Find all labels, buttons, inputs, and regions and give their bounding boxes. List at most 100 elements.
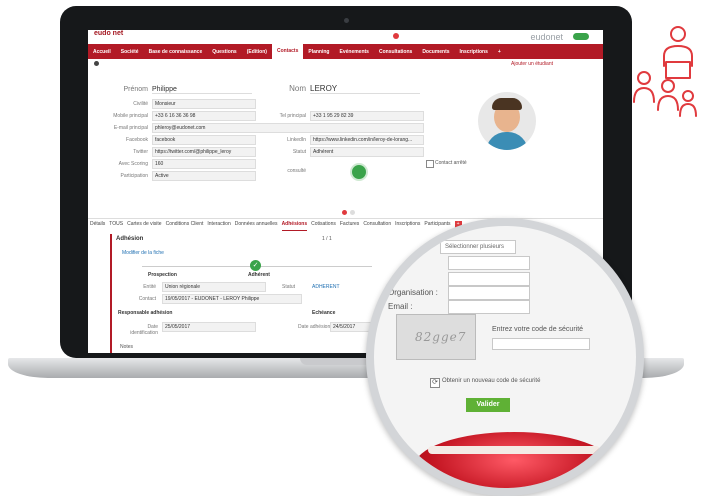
statut-field[interactable]: Adhérent — [310, 147, 424, 157]
subbar-link[interactable]: Ajouter un étudiant — [511, 61, 553, 67]
nav-add[interactable]: + — [493, 49, 506, 55]
facebook-field[interactable]: facebook — [152, 135, 256, 145]
contact-arrete-checkbox[interactable] — [426, 160, 434, 168]
nav-evenements[interactable]: Evénements — [335, 49, 374, 55]
email-magnifier-input[interactable] — [448, 300, 530, 314]
civilite-label: Civilité — [133, 101, 148, 107]
contact-adh-field[interactable]: 19/05/2017 - EUDONET - LEROY Philippe — [162, 294, 302, 304]
date-field[interactable]: 25/05/2017 — [162, 322, 256, 332]
mobile-label: Mobile principal — [113, 113, 148, 119]
avatar[interactable] — [478, 92, 536, 150]
email-magnifier-label: Email : — [388, 302, 413, 311]
entite-field[interactable]: Union régionale — [162, 282, 266, 292]
tab-tous[interactable]: TOUS — [109, 221, 123, 231]
tel-field[interactable]: +33 1 95 29 82 39 — [310, 111, 424, 121]
tab-cotisations[interactable]: Cotisations — [311, 221, 336, 231]
entite-label: Entité — [143, 284, 156, 290]
macaron-image — [414, 432, 614, 488]
linkedin-label: LinkedIn — [287, 137, 306, 143]
new-code-link[interactable]: Obtenir un nouveau code de sécurité — [442, 378, 540, 384]
statut-adh-label: Statut — [282, 284, 296, 290]
consultation-label: consulté — [287, 168, 306, 174]
mobile-field[interactable]: +33 6 16 36 36 98 — [152, 111, 256, 121]
facebook-label: Facebook — [126, 137, 148, 143]
stage-adherent: Adhérent — [248, 272, 270, 278]
tel-label: Tel principal — [279, 113, 306, 119]
email-label: E-mail principal — [113, 125, 148, 131]
refresh-icon[interactable]: ⟳ — [430, 378, 440, 388]
select-multiple[interactable]: Sélectionner plusieurs — [440, 240, 516, 254]
statut-adh-value: ADHERENT — [312, 284, 340, 290]
tab-interaction[interactable]: Interaction — [207, 221, 230, 231]
magnifier: Sélectionner plusieurs Organisation : Em… — [366, 218, 644, 496]
twitter-label: Twitter — [133, 149, 148, 155]
responsable-label: Responsable adhésion — [118, 310, 173, 316]
scoring-field[interactable]: 160 — [152, 159, 256, 169]
nav-accueil[interactable]: Accueil — [88, 49, 116, 55]
nav-societe[interactable]: Société — [116, 49, 144, 55]
code-label: Entrez votre code de sécurité — [492, 326, 584, 333]
adhesion-link[interactable]: Modifier de la fiche — [122, 250, 164, 256]
main-nav: Accueil Société Base de connaissance Que… — [88, 44, 603, 59]
participation-label: Participation — [120, 173, 148, 179]
contact-arrete-label: Contact arrêté — [435, 160, 467, 166]
page-dot[interactable] — [350, 210, 355, 215]
nom-field[interactable]: LEROY — [310, 84, 420, 94]
statut-label: Statut — [292, 149, 306, 155]
conference-icon — [633, 26, 697, 117]
nav-questions[interactable]: Questions — [207, 49, 241, 55]
theme-toggle[interactable] — [573, 33, 589, 40]
avatar-hair — [492, 98, 522, 110]
tab-conditions[interactable]: Conditions Client — [166, 221, 204, 231]
civilite-select[interactable]: Monsieur — [152, 99, 256, 109]
email-field[interactable]: phleroy@eudonet.com — [152, 123, 424, 133]
prenom-label: Prénom — [123, 86, 148, 93]
twitter-field[interactable]: https://twitter.com/@philippe_leroy — [152, 147, 256, 157]
prenom-field[interactable]: Philippe — [152, 86, 252, 94]
code-input[interactable] — [492, 338, 590, 350]
submit-button[interactable]: Valider — [466, 398, 510, 412]
participation-field[interactable]: Active — [152, 171, 256, 181]
nav-base[interactable]: Base de connaissance — [144, 49, 208, 55]
nav-edition[interactable]: (Edition) — [242, 49, 272, 55]
magnifier-input-2[interactable] — [448, 272, 530, 286]
sub-toolbar: Ajouter un étudiant — [88, 59, 603, 69]
nav-planning[interactable]: Planning — [303, 49, 334, 55]
consultation-status-icon — [350, 163, 368, 181]
stage-prospection: Prospection — [148, 272, 177, 278]
app-header: eudo net eudonet — [88, 30, 603, 44]
contact-adh-label: Contact — [138, 296, 156, 302]
nav-contacts[interactable]: Contacts — [271, 44, 304, 59]
avatar-shirt — [486, 132, 528, 150]
notes-label[interactable]: Notes — [120, 344, 133, 350]
camera-icon — [344, 18, 349, 23]
tab-factures[interactable]: Factures — [340, 221, 359, 231]
scoring-label: Avec Scoring — [118, 161, 148, 167]
tab-adhesions[interactable]: Adhésions — [281, 221, 308, 231]
nav-consultations[interactable]: Consultations — [374, 49, 417, 55]
captcha-text: 82gge7 — [415, 330, 467, 344]
echeance-label: Echéance — [312, 310, 336, 316]
app-logo: eudo net — [94, 30, 124, 37]
tab-donnees[interactable]: Données annuelles — [235, 221, 278, 231]
magnifier-input-1[interactable] — [448, 256, 530, 270]
macaron-cream — [428, 446, 600, 454]
brand-name: eudonet — [530, 32, 563, 42]
notification-icon[interactable] — [393, 33, 399, 39]
captcha-image: 82gge7 — [396, 314, 476, 360]
tab-details[interactable]: Détails — [90, 221, 105, 231]
organisation-label: Organisation : — [388, 288, 438, 297]
user-icon[interactable] — [94, 61, 99, 66]
check-icon: ✓ — [250, 260, 261, 271]
date-label: Date identification — [130, 324, 158, 336]
date-adh-label: Date adhésion — [298, 324, 331, 330]
adhesion-pager[interactable]: 1 / 1 — [322, 236, 332, 242]
nav-inscriptions[interactable]: Inscriptions — [455, 49, 493, 55]
adhesion-title: Adhésion — [116, 236, 144, 242]
tab-cartes[interactable]: Cartes de visite — [127, 221, 161, 231]
organisation-input[interactable] — [448, 286, 530, 300]
page-dot-active[interactable] — [342, 210, 347, 215]
linkedin-field[interactable]: https://www.linkedin.com/in/leroy-de-lor… — [310, 135, 424, 145]
nav-documents[interactable]: Documents — [417, 49, 454, 55]
nom-label: Nom — [289, 84, 306, 93]
